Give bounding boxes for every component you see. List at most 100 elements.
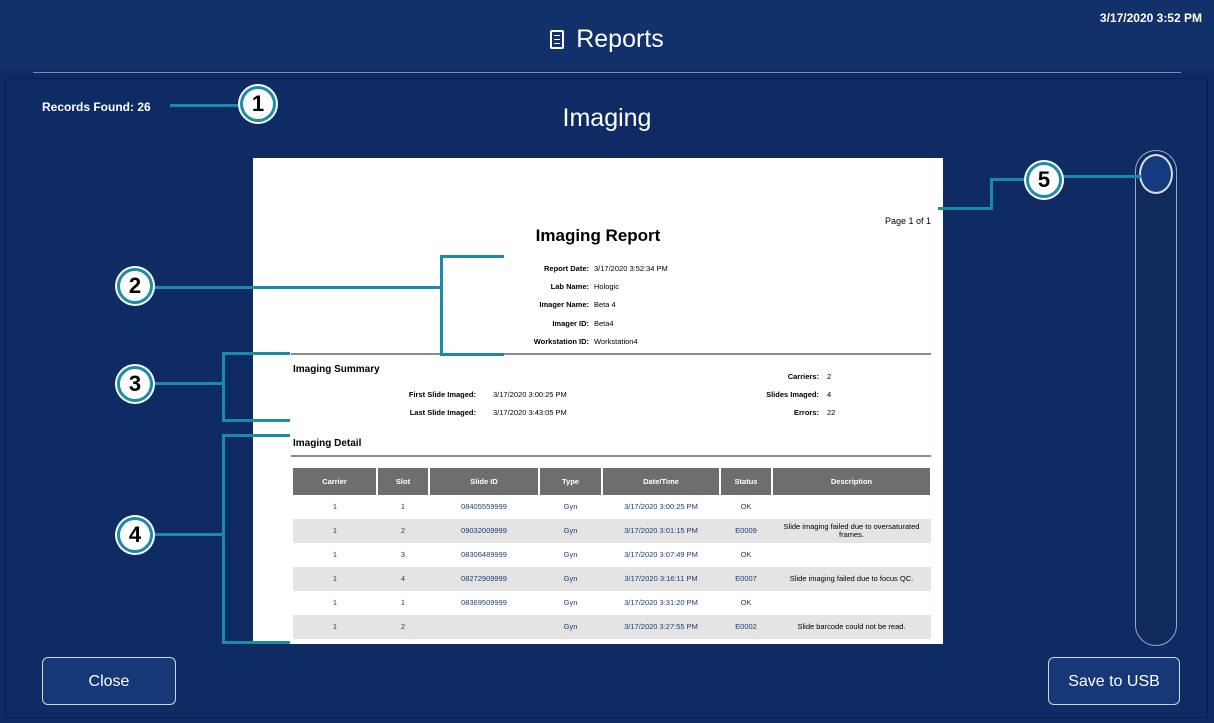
callout-4-bracket-bottom [222, 641, 290, 644]
cell-datetime: 3/17/2020 3:01:15 PM [602, 519, 720, 543]
cell-status: E0007 [720, 567, 772, 591]
cell-type: Gyn [563, 598, 578, 608]
cell-carrier: 1 [332, 550, 338, 560]
cell-slot: 2 [377, 615, 429, 639]
column-header: Date/Time [602, 468, 721, 495]
close-button[interactable]: Close [42, 657, 176, 705]
table-row: 1 3 08306489999 Gyn 3/17/2020 3:07:49 PM… [293, 543, 931, 567]
slides-imaged-label: Slides Imaged: [766, 390, 819, 399]
cell-carrier: 1 [332, 598, 338, 608]
callout-1-leader [170, 104, 242, 107]
column-header: Carrier [293, 468, 378, 495]
cell-slide-id: 08306489999 [461, 550, 507, 560]
cell-carrier: 1 [332, 502, 338, 512]
callout-4-bracket [222, 434, 225, 644]
imager-id-label: Imager ID: [552, 319, 589, 328]
column-header: Description [772, 468, 932, 495]
callout-4: 4 [117, 517, 153, 553]
save-to-usb-button[interactable]: Save to USB [1048, 657, 1180, 705]
column-header: Type [539, 468, 603, 495]
errors-value: 22 [827, 408, 836, 417]
scrollbar-track[interactable] [1135, 150, 1177, 646]
screen-title: Reports [0, 24, 1214, 54]
title-bar: Reports 3/17/2020 3:52 PM [0, 0, 1214, 70]
reports-screen: Reports 3/17/2020 3:52 PM Records Found:… [0, 0, 1214, 723]
errors-label: Errors: [793, 408, 819, 417]
report-date-label: Report Date: [543, 264, 589, 273]
cell-status: E0009 [720, 519, 772, 543]
report-date-value: 3/17/2020 3:52:34 PM [594, 264, 668, 273]
cell-description [772, 591, 931, 615]
cell-type: Gyn [539, 567, 602, 591]
workstation-id-value: Workstation4 [594, 337, 638, 346]
slides-imaged-value: 4 [827, 390, 832, 399]
cell-slide-id: 09032009999 [429, 519, 539, 543]
callout-4-bracket-top [222, 434, 290, 437]
cell-description [772, 543, 931, 567]
carriers-label: Carriers: [787, 372, 819, 381]
cell-carrier: 1 [293, 519, 377, 543]
cell-slide-id: 08272909999 [429, 567, 539, 591]
cell-datetime: 3/17/2020 3:00:25 PM [624, 502, 698, 512]
lab-name-label: Lab Name: [550, 282, 589, 291]
last-slide-value: 3/17/2020 3:43:05 PM [493, 408, 567, 417]
imager-name-value: Beta 4 [594, 300, 616, 309]
cell-type: Gyn [563, 550, 578, 560]
cell-slot: 4 [377, 567, 429, 591]
lab-name-value: Hologic [594, 282, 620, 291]
cell-carrier: 1 [293, 615, 377, 639]
callout-3: 3 [117, 366, 153, 402]
report-type-title: Imaging [562, 104, 652, 132]
cell-datetime: 3/17/2020 3:31:20 PM [624, 598, 698, 608]
cell-status: OK [740, 598, 752, 608]
callout-3-bracket [222, 352, 225, 422]
workstation-id-label: Workstation ID: [533, 337, 589, 346]
detail-heading: Imaging Detail [293, 438, 362, 449]
cell-slide-id: 08369509999 [461, 598, 507, 608]
scrollbar-thumb[interactable] [1139, 154, 1173, 194]
table-row: 1 1 08405559999 Gyn 3/17/2020 3:00:25 PM… [293, 495, 931, 519]
cell-slot: 3 [400, 550, 406, 560]
callout-2-leader [150, 286, 440, 289]
cell-datetime: 3/17/2020 3:27:55 PM [602, 615, 720, 639]
callout-2-bracket [440, 255, 443, 356]
cell-datetime: 3/17/2020 3:07:49 PM [624, 550, 698, 560]
carriers-value: 2 [827, 372, 832, 381]
callout-5-leader [938, 207, 993, 210]
cell-slide-id: 08405559999 [461, 502, 507, 512]
callout-5-bracket-top [990, 178, 1028, 181]
callout-5: 5 [1026, 162, 1062, 198]
cell-description [772, 495, 931, 519]
callout-2-bracket-bottom [440, 353, 504, 356]
table-row: 1 1 08369509999 Gyn 3/17/2020 3:31:20 PM… [293, 591, 931, 615]
document-icon [550, 29, 565, 49]
report-title: Imaging Report [535, 226, 661, 245]
cell-carrier: 1 [293, 567, 377, 591]
cell-datetime: 3/17/2020 3:16:11 PM [602, 567, 720, 591]
table-row: 1 2 09032009999 Gyn 3/17/2020 3:01:15 PM… [293, 519, 931, 543]
screen-title-text: Reports [576, 24, 664, 53]
callout-3-bracket-top [222, 352, 290, 355]
callout-1: 1 [240, 86, 276, 122]
callout-3-bracket-bottom [222, 419, 290, 422]
report-preview[interactable]: Page 1 of 1 Imaging Report Report Date: … [253, 158, 943, 644]
first-slide-label: First Slide Imaged: [408, 390, 476, 399]
callout-5-bracket [990, 178, 993, 210]
table-row: 1 2 Gyn 3/17/2020 3:27:55 PM E0002 Slide… [293, 615, 931, 639]
table-row: 1 4 08272909999 Gyn 3/17/2020 3:16:11 PM… [293, 567, 931, 591]
page-number: Page 1 of 1 [884, 216, 931, 226]
column-header: Slide ID [429, 468, 540, 495]
date-time: 3/17/2020 3:52 PM [1099, 11, 1202, 25]
imager-name-label: Imager Name: [539, 300, 589, 309]
cell-type: Gyn [563, 502, 578, 512]
section-divider [291, 353, 931, 355]
cell-slide-id [429, 615, 539, 639]
callout-4-leader [150, 533, 223, 536]
table-header-row: Carrier Slot Slide ID Type Date/Time Sta… [293, 468, 932, 495]
callout-5-thumb-leader [1062, 175, 1142, 178]
callout-2-bracket-top [440, 255, 504, 258]
imaging-detail-table: Carrier Slot Slide ID Type Date/Time Sta… [293, 468, 932, 639]
cell-status: E0002 [720, 615, 772, 639]
cell-type: Gyn [539, 519, 602, 543]
cell-type: Gyn [539, 615, 602, 639]
